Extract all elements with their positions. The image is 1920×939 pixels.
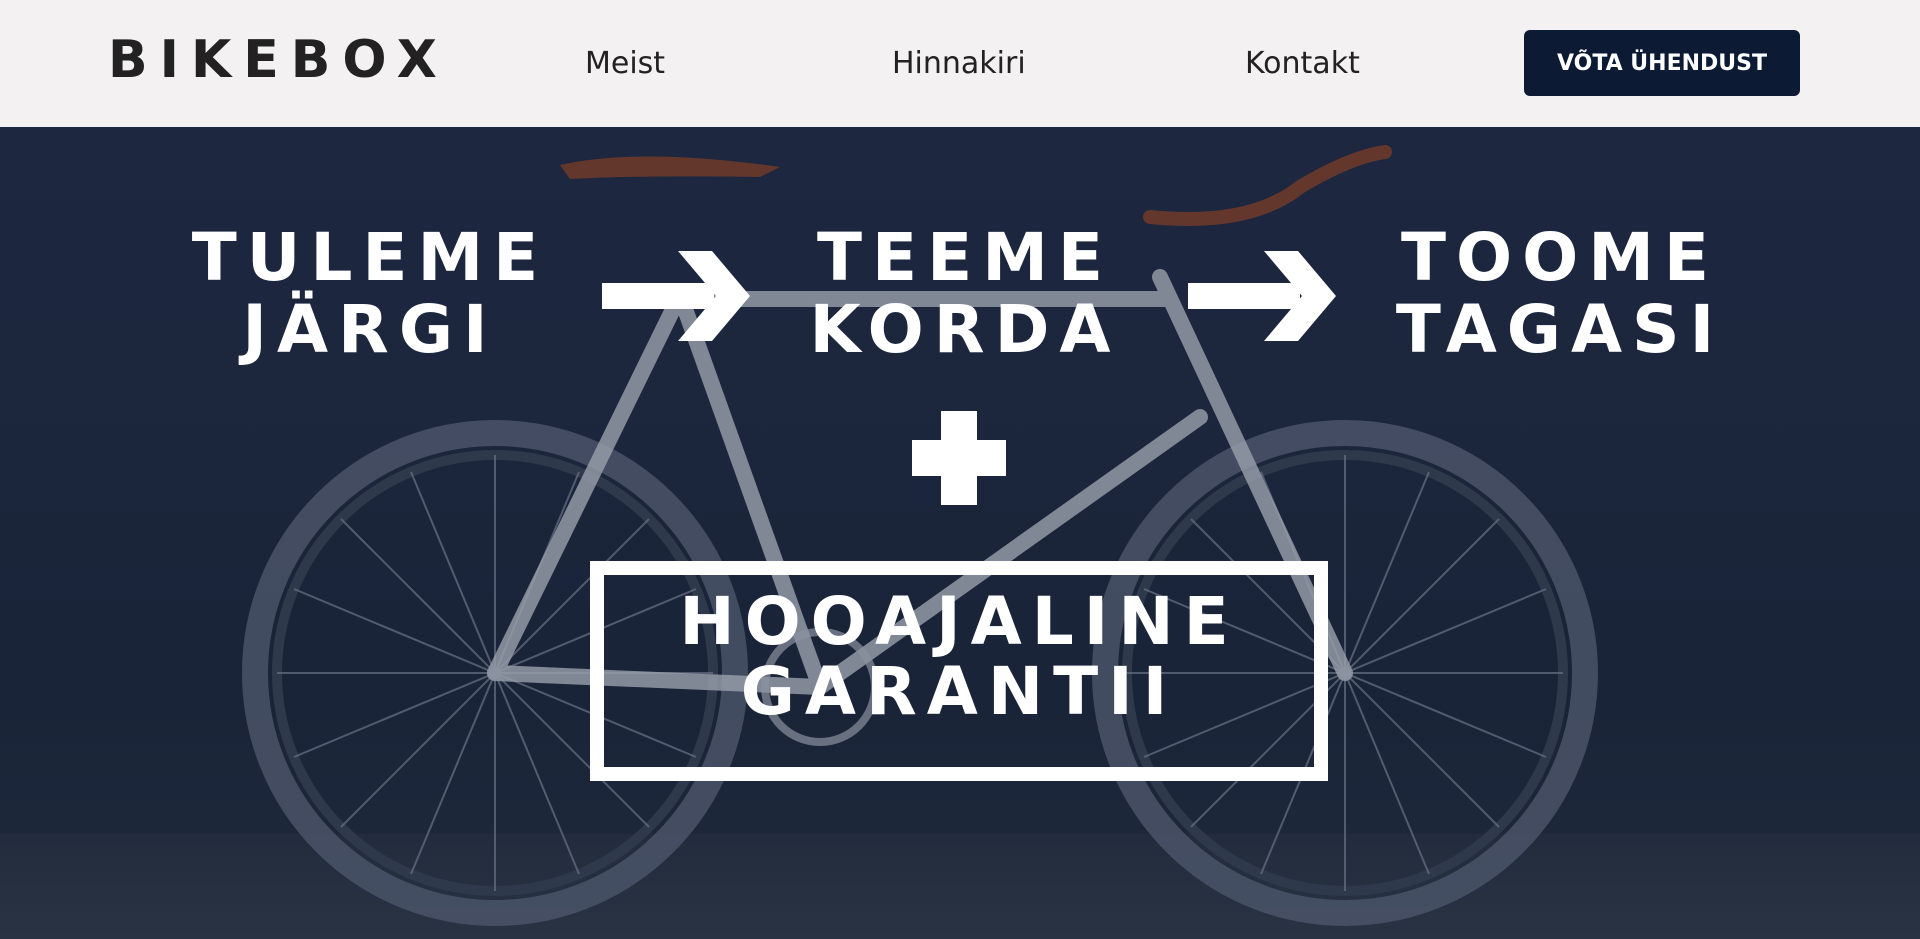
step-pickup: TULEME JÄRGI [180,222,560,366]
hero-section: TULEME JÄRGI TEEME KORDA TOOME TAGASI HO… [0,127,1920,939]
step-repair-line1: TEEME [817,219,1113,296]
site-header: BIKEBOX Meist Hinnakiri Kontakt VÕTA ÜHE… [0,0,1920,127]
nav-link-hinnakiri[interactable]: Hinnakiri [892,46,1026,82]
step-return-line2: TAGASI [1395,291,1725,368]
step-repair: TEEME KORDA [800,222,1130,366]
arrow-right-icon [602,251,750,341]
logo[interactable]: BIKEBOX [108,32,449,88]
step-return-line1: TOOME [1401,219,1719,296]
step-pickup-line1: TULEME [191,219,549,296]
nav-link-meist[interactable]: Meist [585,46,665,82]
step-pickup-line2: JÄRGI [242,291,498,368]
contact-button[interactable]: VÕTA ÜHENDUST [1524,30,1800,96]
guarantee-text: HOOAJALINE GARANTII [590,587,1328,727]
guarantee-line1: HOOAJALINE [679,583,1239,660]
guarantee-line2: GARANTII [740,653,1178,730]
step-return: TOOME TAGASI [1390,222,1730,366]
plus-icon [912,411,1006,505]
arrow-right-icon [1188,251,1336,341]
step-repair-line2: KORDA [809,291,1121,368]
nav-link-kontakt[interactable]: Kontakt [1245,46,1360,82]
